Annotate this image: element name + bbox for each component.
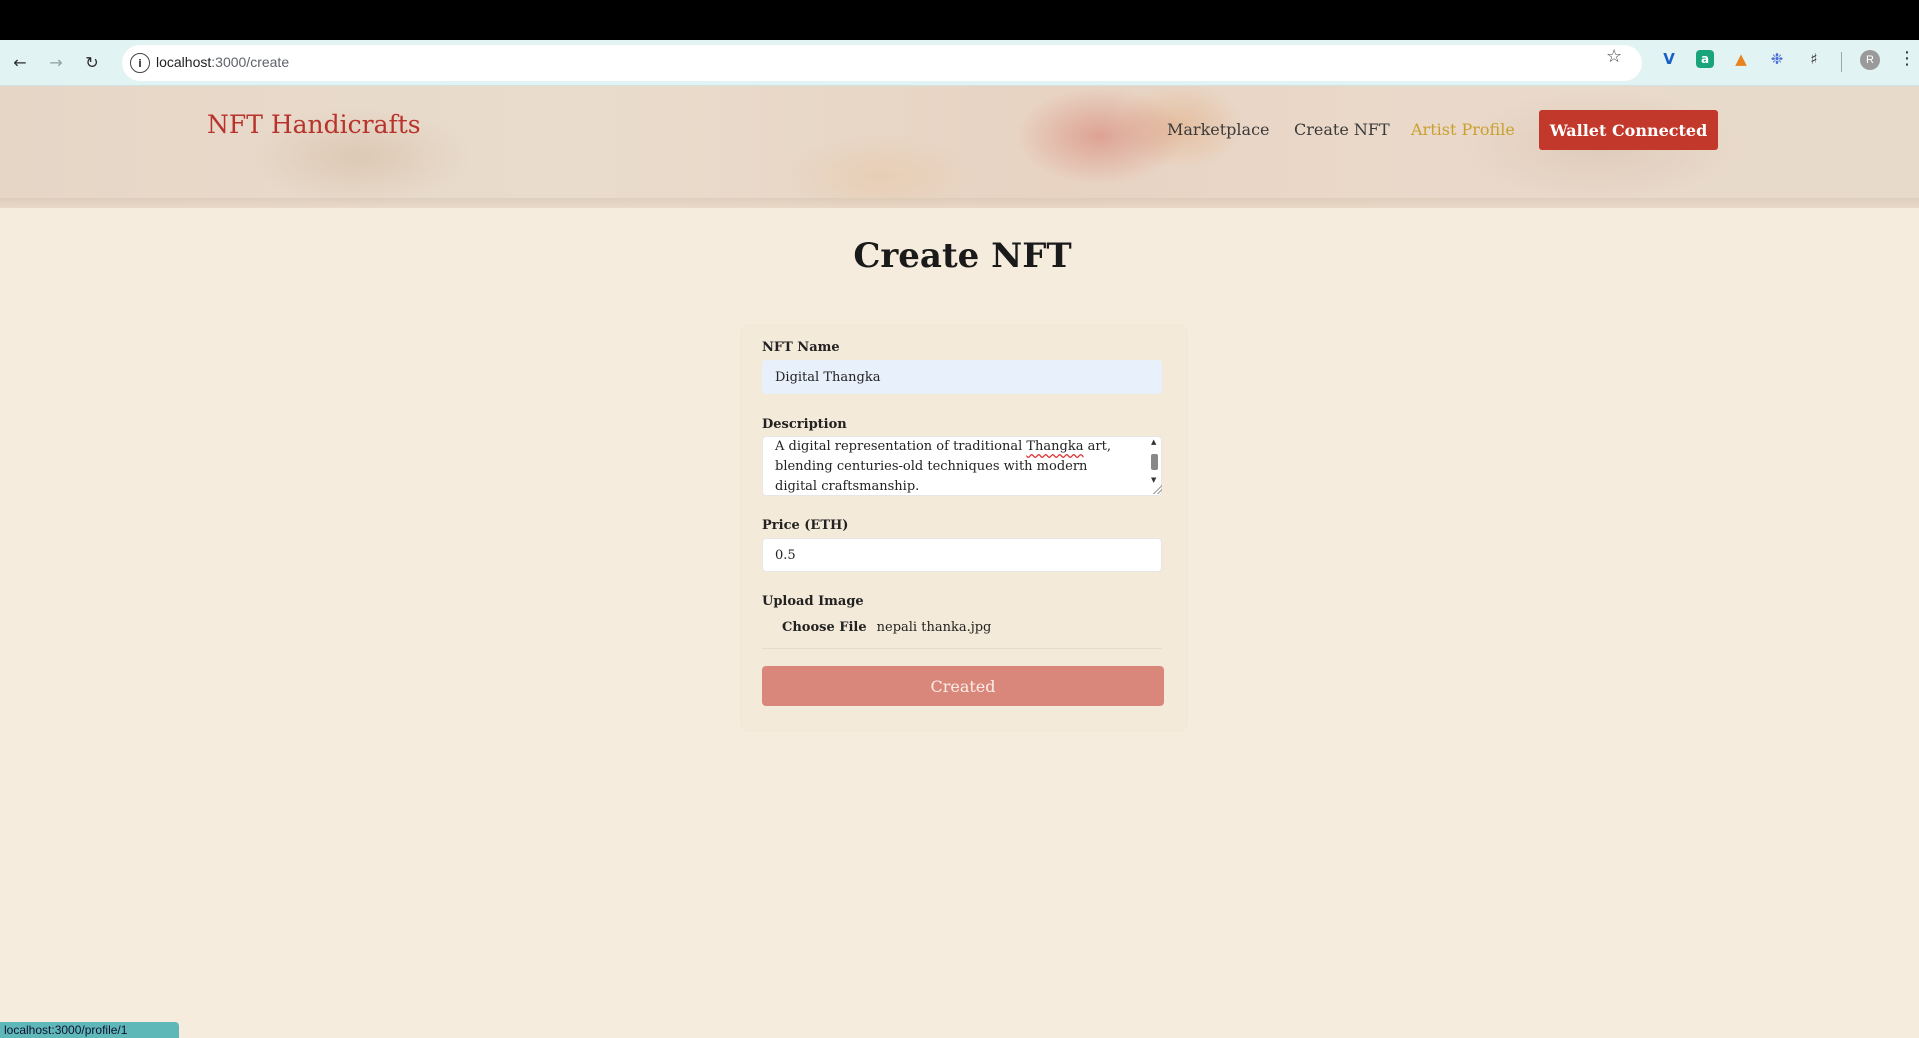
toolbar-divider — [1841, 52, 1842, 72]
resize-handle-icon[interactable] — [1152, 484, 1162, 494]
scroll-thumb[interactable] — [1151, 454, 1158, 470]
description-line: blending centuries-old techniques with m… — [775, 459, 1088, 474]
wallet-connected-button[interactable]: Wallet Connected — [1539, 110, 1718, 150]
bookmark-star-icon[interactable]: ☆ — [1606, 46, 1622, 67]
status-bar-url: localhost:3000/profile/1 — [0, 1022, 179, 1038]
choose-file-button[interactable]: Choose File — [782, 620, 867, 635]
nft-name-label: NFT Name — [762, 340, 840, 355]
gear-extension-icon[interactable]: ❉ — [1768, 50, 1786, 68]
selected-file-name: nepali thanka.jpg — [876, 620, 992, 635]
nav-artist-profile[interactable]: Artist Profile — [1411, 120, 1515, 139]
back-icon[interactable]: ← — [9, 52, 31, 74]
price-label: Price (ETH) — [762, 518, 849, 533]
site-header: NFT Handicrafts Marketplace Create NFT A… — [0, 86, 1919, 208]
submit-button[interactable]: Created — [762, 666, 1164, 706]
nft-name-input[interactable] — [762, 360, 1162, 394]
more-menu-icon[interactable]: ⋮ — [1898, 48, 1916, 69]
address-bar[interactable]: i localhost:3000/create — [122, 45, 1642, 81]
price-input[interactable] — [762, 538, 1162, 572]
os-top-bar — [0, 0, 1919, 40]
browser-toolbar: ← → ↻ i localhost:3000/create ☆ V a ▲ ❉ … — [0, 40, 1919, 86]
url-text[interactable]: localhost:3000/create — [156, 54, 289, 70]
vimeo-extension-icon[interactable]: V — [1660, 50, 1678, 68]
scroll-down-arrow-icon[interactable]: ▼ — [1151, 476, 1156, 484]
green-extension-icon[interactable]: a — [1696, 50, 1714, 68]
site-info-icon[interactable]: i — [130, 53, 150, 73]
file-input[interactable]: Choose File nepali thanka.jpg — [782, 620, 991, 635]
reload-icon[interactable]: ↻ — [81, 52, 103, 74]
upload-image-label: Upload Image — [762, 594, 864, 609]
scroll-up-arrow-icon[interactable]: ▲ — [1151, 438, 1156, 446]
nav-marketplace[interactable]: Marketplace — [1167, 120, 1270, 139]
description-label: Description — [762, 417, 847, 432]
divider — [762, 648, 1162, 649]
forward-icon[interactable]: → — [45, 52, 67, 74]
description-scrollbar[interactable]: ▲ ▼ — [1148, 438, 1160, 488]
description-line: digital craftsmanship. — [775, 479, 920, 494]
description-textarea[interactable]: A digital representation of traditional … — [762, 436, 1162, 496]
page-title: Create NFT — [853, 236, 1072, 276]
brand-logo[interactable]: NFT Handicrafts — [207, 110, 421, 139]
create-nft-form: NFT Name Description A digital represent… — [742, 326, 1186, 730]
nav-create-nft[interactable]: Create NFT — [1294, 120, 1390, 139]
extensions-puzzle-icon[interactable]: ♯ — [1805, 50, 1823, 68]
profile-avatar[interactable]: R — [1860, 50, 1880, 70]
description-line: A digital representation of traditional … — [775, 439, 1111, 454]
metamask-extension-icon[interactable]: ▲ — [1732, 50, 1750, 68]
